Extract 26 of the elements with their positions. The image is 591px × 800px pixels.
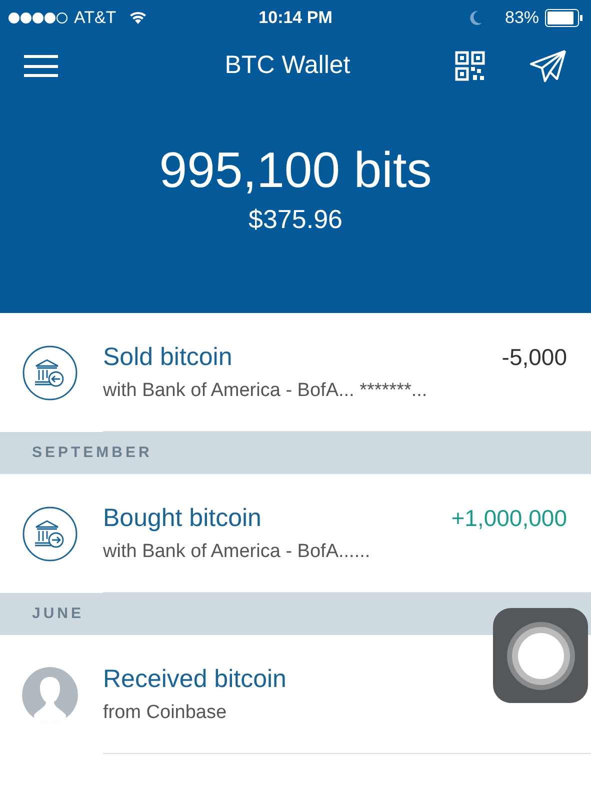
balance-amount: 995,100 bits bbox=[159, 142, 432, 198]
avatar-icon bbox=[22, 666, 78, 722]
transaction-amount: +1,000,000 bbox=[451, 504, 567, 533]
transaction-title: Sold bitcoin bbox=[103, 342, 232, 373]
bank-arrow-left-icon bbox=[22, 344, 78, 400]
transaction-title: Bought bitcoin bbox=[103, 503, 262, 534]
battery-icon bbox=[545, 8, 584, 26]
wallet-title: BTC Wallet bbox=[224, 51, 350, 80]
qr-code-icon[interactable] bbox=[455, 51, 485, 81]
section-header: SEPTEMBER bbox=[0, 432, 591, 474]
moon-icon bbox=[468, 10, 483, 26]
assistive-touch-button[interactable] bbox=[493, 608, 588, 703]
wifi-icon bbox=[128, 10, 148, 25]
paper-plane-icon[interactable] bbox=[529, 49, 567, 83]
transaction-title: Received bitcoin bbox=[103, 664, 286, 695]
bank-arrow-right-icon bbox=[22, 506, 78, 562]
menu-button[interactable] bbox=[24, 52, 60, 80]
clock-time: 10:14 PM bbox=[258, 6, 332, 29]
transaction-detail: from Coinbase bbox=[103, 700, 228, 724]
transaction-detail: with Bank of America - BofA...... bbox=[103, 540, 372, 564]
signal-icon bbox=[8, 12, 68, 24]
carrier-label: AT&T bbox=[74, 6, 116, 29]
transaction-amount: -5,000 bbox=[502, 343, 567, 372]
transaction-detail: with Bank of America - BofA... *******... bbox=[103, 378, 428, 402]
battery-percent: 83% bbox=[504, 6, 540, 29]
balance-fiat: $375.96 bbox=[248, 203, 342, 236]
